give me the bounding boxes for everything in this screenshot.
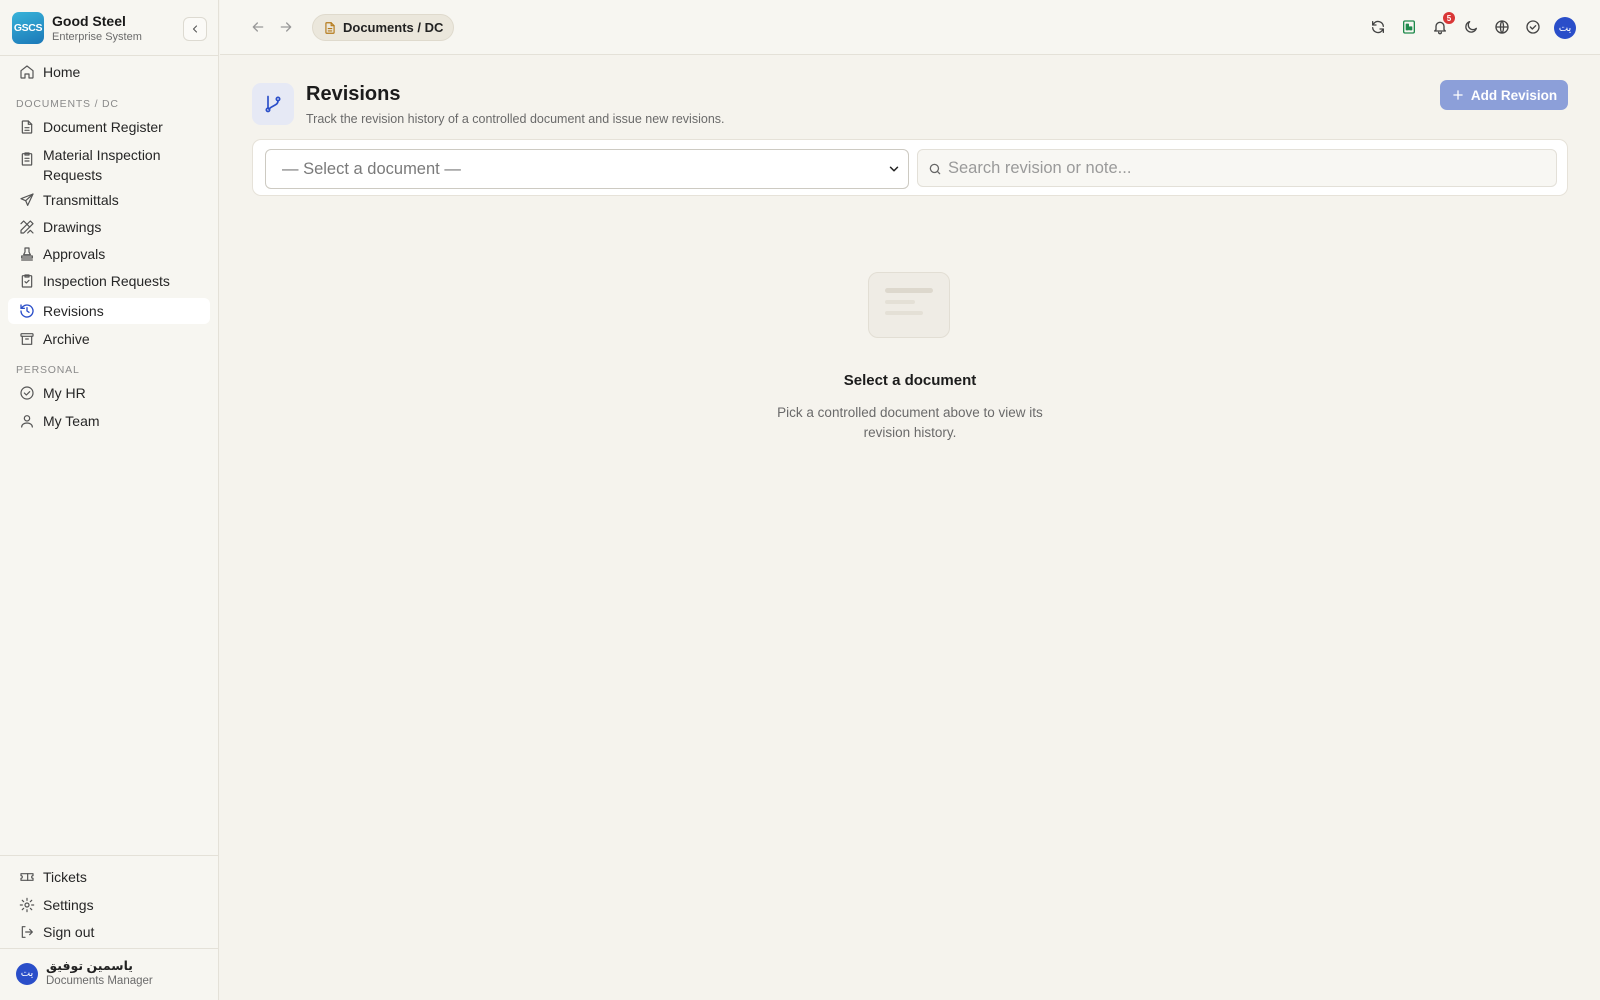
arrow-right-icon: [280, 22, 292, 32]
brand-name: Good Steel: [52, 12, 126, 29]
sidebar-item-label: Transmittals: [43, 192, 119, 208]
sidebar-item-settings[interactable]: Settings: [8, 892, 210, 918]
collapse-sidebar-button[interactable]: [183, 17, 207, 41]
divider: [0, 55, 219, 56]
ruler-pencil-icon: [20, 220, 34, 234]
brand[interactable]: GSCS Good Steel Enterprise System: [12, 11, 207, 45]
sidebar-item-material-inspection-requests[interactable]: Material Inspection Requests: [8, 141, 210, 183]
stamp-icon: [21, 247, 33, 261]
search-input[interactable]: [948, 150, 1548, 186]
sidebar-item-archive[interactable]: Archive: [8, 326, 210, 352]
add-revision-button[interactable]: Add Revision: [1440, 80, 1568, 110]
add-revision-label: Add Revision: [1470, 87, 1558, 103]
file-text-icon: [21, 120, 33, 134]
plus-icon: [1453, 90, 1463, 100]
sidebar-item-my-team[interactable]: My Team: [8, 408, 210, 434]
empty-state-description: Pick a controlled document above to view…: [777, 405, 1043, 440]
avatar: يت: [16, 962, 38, 985]
git-branch-icon: [265, 95, 281, 113]
notifications-button[interactable]: 5: [1430, 12, 1455, 37]
sidebar-item-transmittals[interactable]: Transmittals: [8, 187, 210, 213]
sidebar-item-label: Drawings: [43, 219, 102, 235]
avatar[interactable]: يت: [1554, 17, 1576, 39]
theme-toggle-button[interactable]: [1461, 17, 1481, 37]
spreadsheet-button[interactable]: [1399, 17, 1419, 37]
history-icon: [20, 304, 34, 318]
divider: [0, 855, 219, 856]
circle-check-icon: [1526, 20, 1540, 34]
language-button[interactable]: [1492, 17, 1512, 37]
sidebar-item-label: Material Inspection Requests: [43, 147, 161, 183]
forward-button[interactable]: [276, 17, 296, 37]
circle-check-icon: [20, 386, 34, 400]
clipboard-check-icon: [21, 274, 33, 288]
sidebar-item-drawings[interactable]: Drawings: [8, 214, 210, 240]
sidebar-item-label: Sign out: [43, 924, 95, 940]
topbar: Documents / DC 5 يت: [220, 0, 1600, 55]
clipboard-icon: [21, 152, 33, 166]
sidebar-item-document-register[interactable]: Document Register: [8, 114, 210, 140]
page-title: Revisions: [306, 83, 401, 105]
empty-state-title: Select a document: [843, 372, 977, 389]
send-icon: [20, 193, 34, 206]
breadcrumb-label: Documents / DC: [343, 20, 444, 35]
page-subtitle: Track the revision history of a controll…: [306, 112, 725, 126]
sidebar-item-label: Approvals: [43, 246, 106, 262]
section-label-personal: PERSONAL: [16, 364, 80, 376]
sidebar-item-label: Inspection Requests: [43, 273, 170, 289]
sidebar-item-label: Archive: [43, 331, 90, 347]
gear-icon: [19, 897, 35, 913]
file-text-icon: [325, 21, 335, 34]
ticket-icon: [20, 873, 34, 881]
brand-subtitle: Enterprise System: [52, 30, 142, 43]
refresh-button[interactable]: [1368, 17, 1388, 37]
arrow-left-icon: [252, 22, 264, 32]
search-box: [917, 149, 1557, 187]
chevron-left-icon: [192, 25, 198, 33]
sidebar-item-home[interactable]: Home: [8, 59, 210, 85]
sign-out-icon: [21, 926, 33, 938]
sidebar-item-label: My HR: [43, 385, 86, 401]
section-label-documents: DOCUMENTS / DC: [16, 98, 119, 110]
current-user[interactable]: يت ياسمين توفيق Documents Manager: [16, 958, 153, 989]
globe-icon: [1495, 20, 1509, 34]
sidebar-item-label: Document Register: [43, 119, 163, 135]
home-icon: [20, 65, 34, 79]
divider: [0, 948, 219, 949]
back-button[interactable]: [248, 17, 268, 37]
search-icon: [929, 163, 941, 175]
document-select[interactable]: — Select a document —: [265, 149, 909, 189]
sidebar-item-inspection-requests[interactable]: Inspection Requests: [8, 268, 210, 294]
user-role: Documents Manager: [46, 975, 153, 987]
spreadsheet-icon: [1403, 20, 1415, 34]
page-icon: [252, 83, 294, 125]
sidebar-item-approvals[interactable]: Approvals: [8, 241, 210, 267]
sidebar: GSCS Good Steel Enterprise System Home D…: [0, 0, 219, 1000]
sidebar-item-tickets[interactable]: Tickets: [8, 864, 210, 890]
tasks-button[interactable]: [1523, 17, 1543, 37]
empty-state-illustration: [868, 272, 950, 338]
refresh-icon: [1372, 20, 1384, 34]
sidebar-item-label: My Team: [43, 413, 100, 429]
sidebar-item-label: Revisions: [43, 303, 104, 319]
user-name: ياسمين توفيق: [46, 959, 133, 973]
user-icon: [21, 415, 33, 428]
notification-count-badge: 5: [1443, 12, 1455, 24]
archive-icon: [20, 333, 34, 345]
brand-logo: GSCS: [12, 12, 44, 44]
sidebar-item-label: Settings: [43, 897, 94, 913]
breadcrumb[interactable]: Documents / DC: [312, 14, 455, 41]
document-lines-icon: [885, 288, 933, 315]
sidebar-item-label: Home: [43, 64, 81, 80]
sidebar-item-sign-out[interactable]: Sign out: [8, 919, 210, 945]
sidebar-item-revisions[interactable]: Revisions: [8, 298, 210, 324]
sidebar-item-label: Tickets: [43, 869, 87, 885]
sidebar-item-my-hr[interactable]: My HR: [8, 380, 210, 406]
moon-icon: [1465, 21, 1477, 33]
filter-card: — Select a document —: [252, 139, 1568, 196]
